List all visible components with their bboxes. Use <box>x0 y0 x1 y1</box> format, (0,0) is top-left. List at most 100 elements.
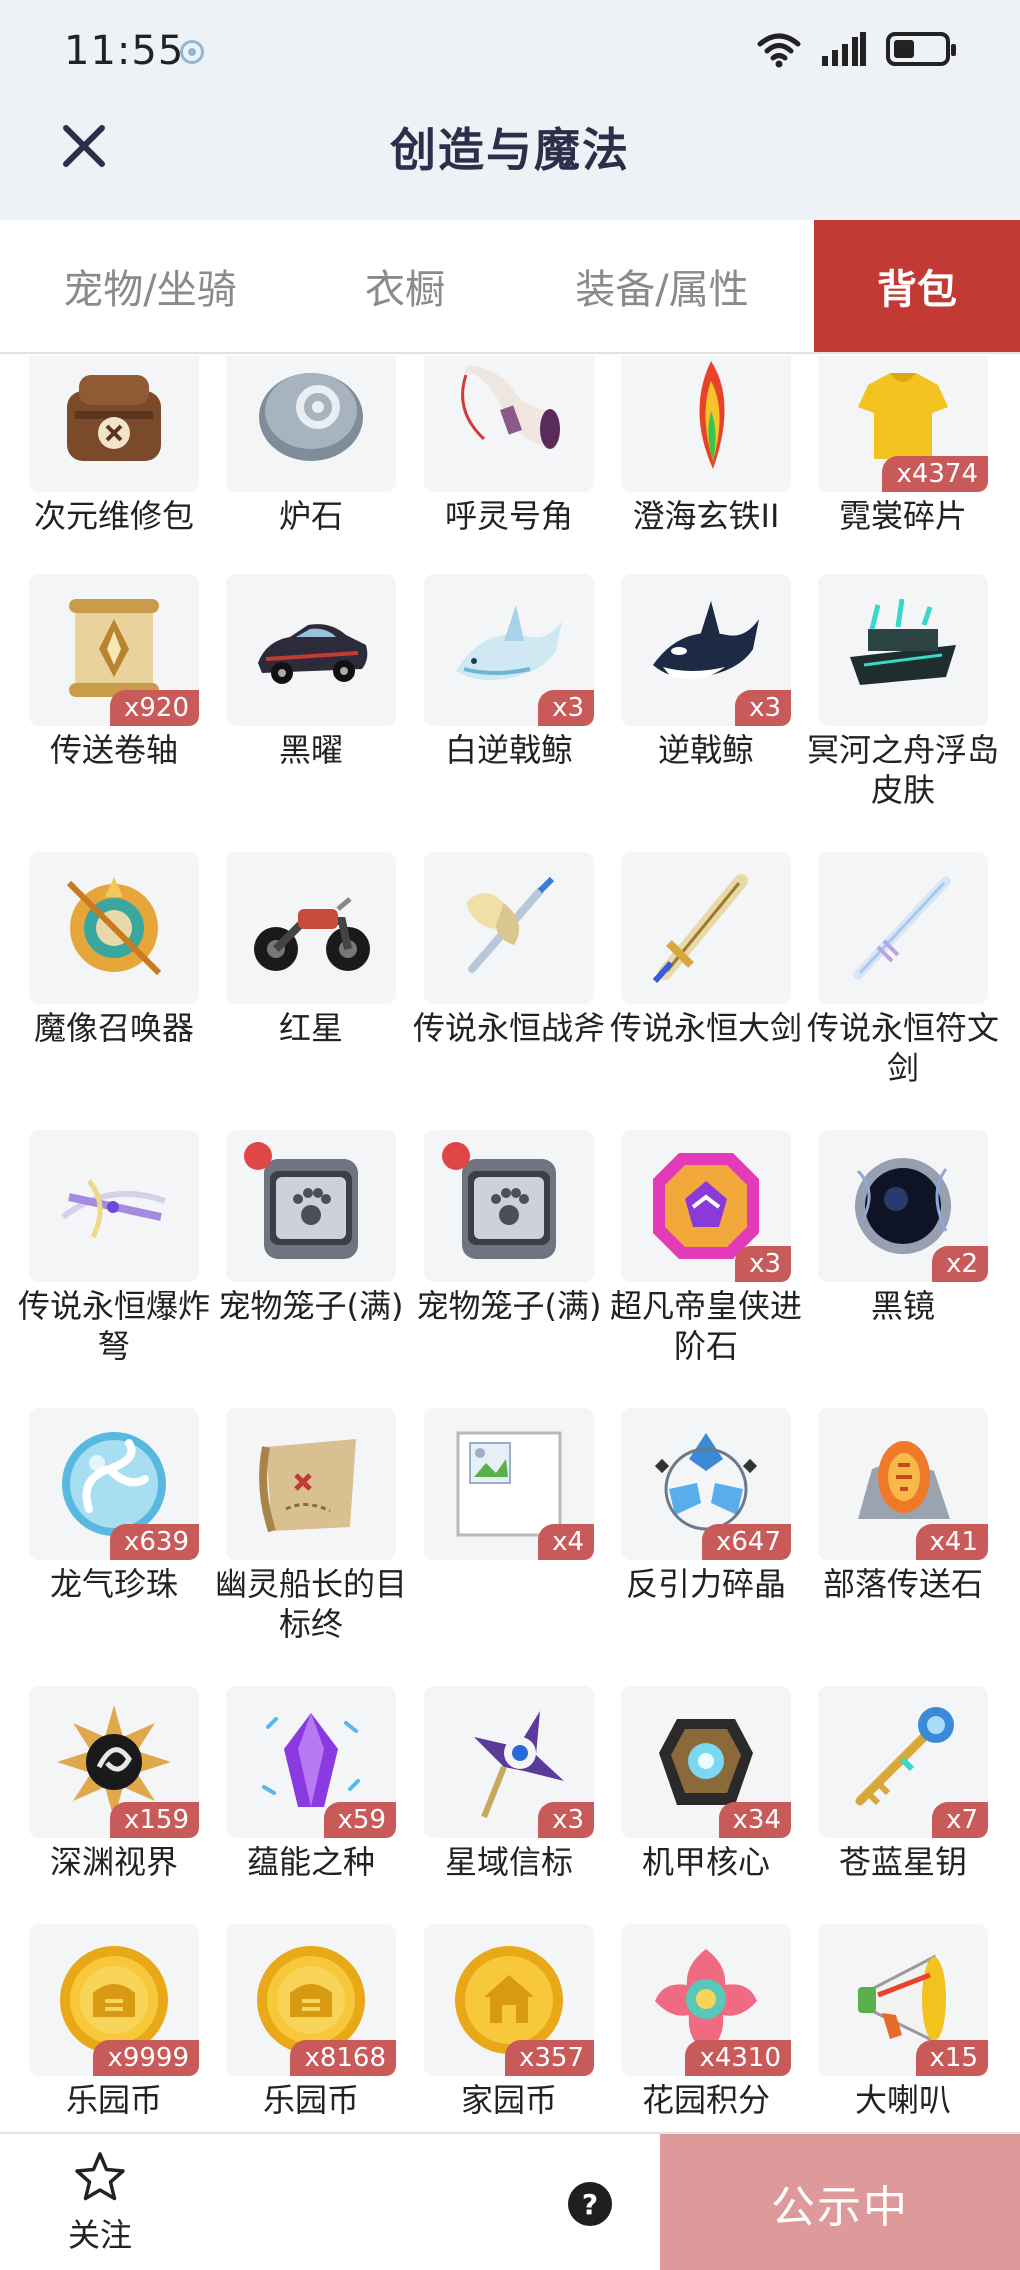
backpack-grid: 次元维修包 炉石 呼灵号角 澄海玄铁II x4374 霓裳碎片 x920 传送卷轴 黑曜 x3 白逆… <box>0 356 1020 2132</box>
inventory-item[interactable]: 幽灵船长的目标终 <box>211 1408 411 1644</box>
inventory-item[interactable]: x7 苍蓝星钥 <box>803 1686 1003 1882</box>
item-card <box>29 852 199 1004</box>
item-name: 星域信标 <box>444 1843 573 1881</box>
axe-icon <box>466 876 555 973</box>
inventory-item[interactable]: x920 传送卷轴 <box>14 574 214 770</box>
item-name: 龙气珍珠 <box>49 1565 178 1603</box>
item-card: x920 <box>29 574 199 726</box>
item-count-badge: x2 <box>932 1246 988 1282</box>
repair-bag-icon <box>67 375 161 461</box>
inventory-item[interactable]: 魔像召唤器 <box>14 852 214 1048</box>
item-card <box>424 1130 594 1282</box>
item-card: x357 <box>424 1924 594 2076</box>
inventory-item[interactable]: x647 反引力碎晶 <box>606 1408 806 1604</box>
item-count-badge: x647 <box>701 1524 791 1560</box>
item-name: 霓裳碎片 <box>838 497 967 535</box>
inventory-item[interactable]: 呼灵号角 <box>409 356 609 536</box>
item-name: 苍蓝星钥 <box>838 1843 967 1881</box>
item-count-badge: x159 <box>109 1802 199 1838</box>
item-card: x3 <box>424 1686 594 1838</box>
item-count-badge: x3 <box>735 1246 791 1282</box>
inventory-item[interactable]: 冥河之舟浮岛皮肤 <box>803 574 1003 810</box>
inventory-item[interactable]: 次元维修包 <box>14 356 214 536</box>
inventory-item[interactable]: x4 <box>409 1408 609 1560</box>
inventory-item[interactable]: x3 逆戟鲸 <box>606 574 806 770</box>
hearthstone-icon <box>259 373 363 461</box>
item-card: x7 <box>818 1686 988 1838</box>
inventory-item[interactable]: 宠物笼子(满) <box>409 1130 609 1326</box>
item-card <box>29 1130 199 1282</box>
item-name: 传说永恒大剑 <box>610 1009 803 1047</box>
help-button[interactable]: ? <box>568 2182 612 2226</box>
tab-pets-mounts[interactable]: 宠物/坐骑 <box>0 220 300 352</box>
item-name: 澄海玄铁II <box>632 497 780 535</box>
inventory-item[interactable]: x34 机甲核心 <box>606 1686 806 1882</box>
item-card <box>226 852 396 1004</box>
page-title: 创造与魔法 <box>390 123 630 177</box>
item-count-badge: x4374 <box>882 456 988 492</box>
item-name: 乐园币 <box>65 2081 162 2119</box>
inventory-item[interactable]: x639 龙气珍珠 <box>14 1408 214 1604</box>
item-card: x3 <box>621 574 791 726</box>
status-time: 11:55 <box>64 28 185 74</box>
ghost-ship-icon <box>850 598 956 685</box>
inventory-item[interactable]: 传说永恒爆炸弩 <box>14 1130 214 1366</box>
publish-status-button[interactable]: 公示中 <box>660 2134 1020 2270</box>
item-card: x2 <box>818 1130 988 1282</box>
inventory-item[interactable]: 炉石 <box>211 356 411 536</box>
item-count-badge: x4 <box>538 1524 594 1560</box>
inventory-item[interactable]: x15 大喇叭 <box>803 1924 1003 2120</box>
item-card: x59 <box>226 1686 396 1838</box>
inventory-item[interactable]: 传说永恒战斧 <box>409 852 609 1048</box>
inventory-item[interactable]: x3 星域信标 <box>409 1686 609 1882</box>
inventory-item[interactable]: x8168 乐园币 <box>211 1924 411 2120</box>
inventory-item[interactable]: x9999 乐园币 <box>14 1924 214 2120</box>
item-name: 传说永恒战斧 <box>413 1009 606 1047</box>
item-name: 大喇叭 <box>854 2081 951 2119</box>
item-name: 黑曜 <box>278 731 343 769</box>
tab-wardrobe[interactable]: 衣橱 <box>300 220 510 352</box>
inventory-item[interactable]: x41 部落传送石 <box>803 1408 1003 1604</box>
status-icons <box>756 30 956 68</box>
inventory-item[interactable]: 宠物笼子(满) <box>211 1130 411 1326</box>
item-count-badge: x59 <box>323 1802 396 1838</box>
motorcycle-icon <box>254 897 370 971</box>
item-card: x41 <box>818 1408 988 1560</box>
inventory-item[interactable]: x2 黑镜 <box>803 1130 1003 1326</box>
inventory-item[interactable]: x3 白逆戟鲸 <box>409 574 609 770</box>
inventory-item[interactable]: x357 家园币 <box>409 1924 609 2120</box>
item-name: 呼灵号角 <box>444 497 573 535</box>
inventory-item[interactable]: x4310 花园积分 <box>606 1924 806 2120</box>
inventory-item[interactable]: 传说永恒大剑 <box>606 852 806 1048</box>
golem-summoner-icon <box>66 877 162 976</box>
item-card <box>226 1130 396 1282</box>
inventory-item[interactable]: x59 蕴能之种 <box>211 1686 411 1882</box>
inventory-item[interactable]: x159 深渊视界 <box>14 1686 214 1882</box>
item-name: 反引力碎晶 <box>625 1565 786 1603</box>
item-count-badge: x4310 <box>685 2040 791 2076</box>
inventory-item[interactable]: 黑曜 <box>211 574 411 770</box>
tab-backpack[interactable]: 背包 <box>814 220 1020 352</box>
battery-icon <box>886 32 956 66</box>
item-count-badge: x34 <box>718 1802 791 1838</box>
inventory-item[interactable]: x3 超凡帝皇侠进阶石 <box>606 1130 806 1366</box>
item-count-badge: x9999 <box>93 2040 199 2076</box>
paw-badge-icon <box>244 1142 272 1170</box>
inventory-item[interactable]: 传说永恒符文剑 <box>803 852 1003 1088</box>
item-card <box>818 574 988 726</box>
item-name: 传送卷轴 <box>49 731 178 769</box>
inventory-item[interactable]: 红星 <box>211 852 411 1048</box>
item-card <box>226 356 396 492</box>
inventory-item[interactable]: x4374 霓裳碎片 <box>803 356 1003 536</box>
follow-button[interactable]: 关注 <box>60 2150 140 2256</box>
inventory-item[interactable]: 澄海玄铁II <box>606 356 806 536</box>
item-name: 家园币 <box>460 2081 557 2119</box>
item-card: x159 <box>29 1686 199 1838</box>
item-name: 部落传送石 <box>822 1565 983 1603</box>
category-tabs: 宠物/坐骑 衣橱 装备/属性 背包 <box>0 220 1020 354</box>
tab-equipment[interactable]: 装备/属性 <box>510 220 814 352</box>
item-name: 次元维修包 <box>33 497 194 535</box>
item-count-badge: x639 <box>109 1524 199 1560</box>
item-card: x4374 <box>818 356 988 492</box>
item-name: 机甲核心 <box>641 1843 770 1881</box>
